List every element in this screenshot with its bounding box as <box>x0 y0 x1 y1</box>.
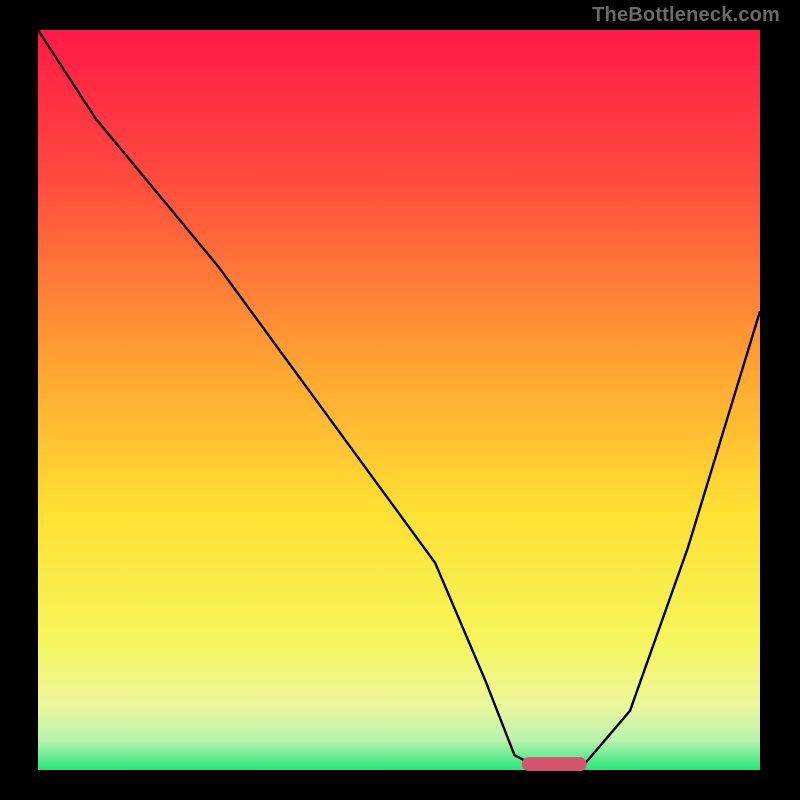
watermark-text: TheBottleneck.com <box>592 4 780 27</box>
chart-frame: TheBottleneck.com <box>0 0 800 800</box>
optimal-range-marker <box>522 757 587 771</box>
bottleneck-chart <box>0 0 800 800</box>
gradient-background <box>38 30 760 770</box>
plot-area <box>38 30 760 771</box>
